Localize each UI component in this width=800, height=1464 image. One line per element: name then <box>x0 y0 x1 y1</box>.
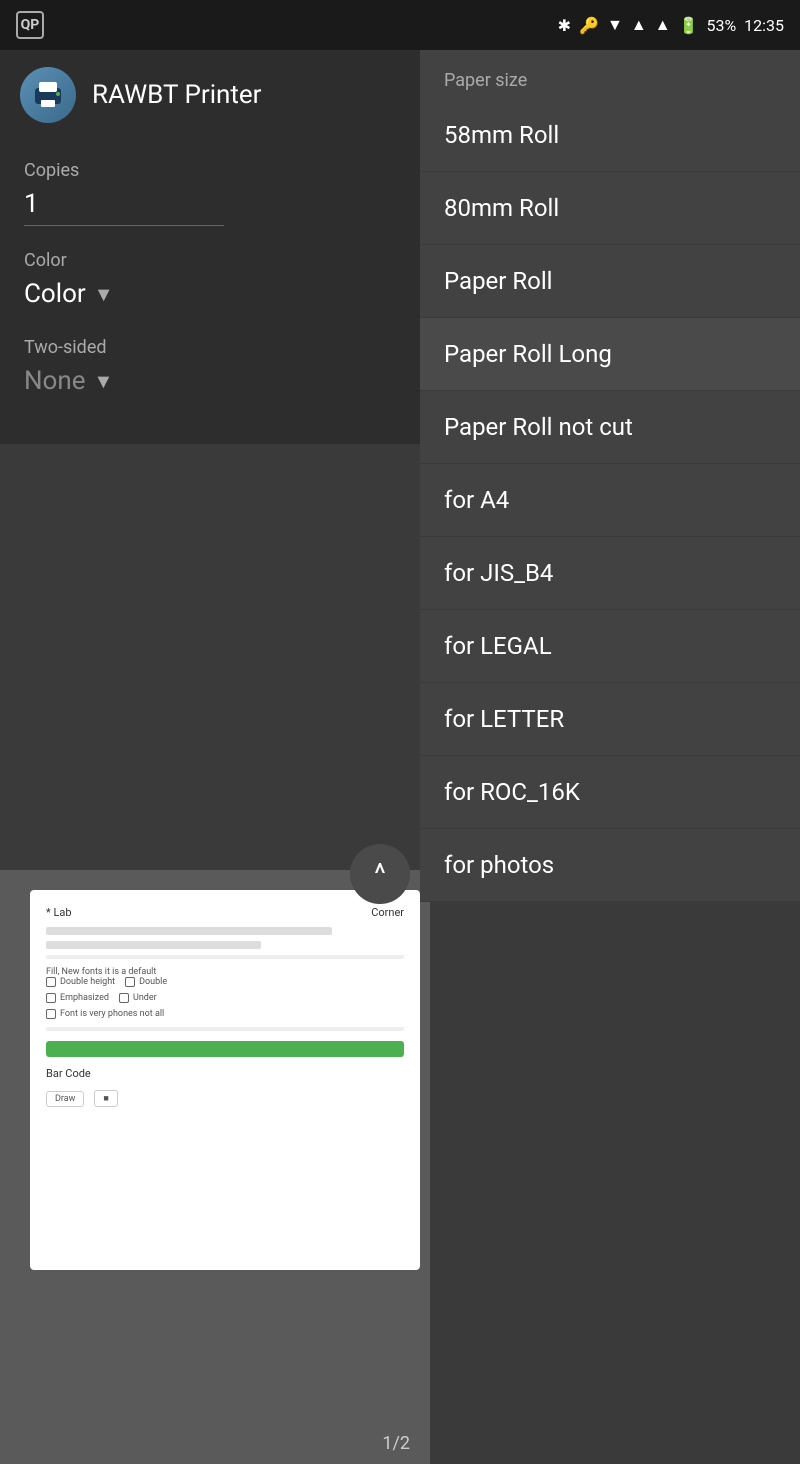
paper-size-item-roll-no-cut[interactable]: Paper Roll not cut <box>420 391 800 464</box>
battery-icon: 🔋 <box>679 16 699 35</box>
paper-size-item-80mm[interactable]: 80mm Roll <box>420 172 800 245</box>
left-column: Copies 1 Color Color ▼ Two-sided None ▼ <box>24 160 400 424</box>
preview-checkbox-row-1: Double height Double <box>46 977 404 987</box>
paper-size-item-jis-b4[interactable]: for JIS_B4 <box>420 537 800 610</box>
paper-size-item-label: for JIS_B4 <box>444 559 553 587</box>
status-left: QP <box>16 11 44 39</box>
preview-btn-2: ■ <box>94 1090 117 1107</box>
color-label: Color <box>24 250 390 271</box>
paper-size-item-label: for A4 <box>444 486 509 514</box>
preview-checkbox-box-2 <box>125 977 135 987</box>
preview-line-2 <box>46 941 261 949</box>
two-sided-option: Two-sided None ▼ <box>24 337 390 400</box>
preview-buttons-row: Draw ■ <box>46 1086 404 1111</box>
preview-checkbox-box-5 <box>46 1009 56 1019</box>
two-sided-dropdown-arrow[interactable]: ▼ <box>94 369 114 394</box>
preview-checkbox-row-2: Emphasized Under <box>46 993 404 1003</box>
paper-size-item-label: for photos <box>444 851 554 879</box>
preview-line-4 <box>46 1027 404 1031</box>
bluetooth-icon: ✱ <box>558 16 571 35</box>
preview-header-left: * Lab <box>46 906 72 919</box>
preview-checkbox-box-4 <box>119 993 129 1003</box>
signal-icon: ▲ <box>631 15 647 35</box>
preview-line-1 <box>46 927 332 935</box>
color-value: Color <box>24 279 86 309</box>
two-sided-label: Two-sided <box>24 337 390 358</box>
preview-btn-1: Draw <box>46 1091 84 1107</box>
app-icon: QP <box>16 11 44 39</box>
preview-header-right: Corner <box>371 906 404 919</box>
status-right: ✱ 🔑 ▼ ▲ ▲ 🔋 53% 12:35 <box>558 15 784 35</box>
copies-label: Copies <box>24 160 390 181</box>
collapse-chevron-icon: ^ <box>374 860 386 888</box>
preview-checkbox-box-1 <box>46 977 56 987</box>
preview-content: * Lab Corner Fill, New fonts it is a def… <box>30 890 420 1270</box>
paper-size-item-label: Paper Roll not cut <box>444 413 633 441</box>
paper-size-dropdown: Paper size 58mm Roll 80mm Roll Paper Rol… <box>420 50 800 902</box>
paper-size-label: Paper size <box>420 50 800 99</box>
paper-size-item-roll[interactable]: Paper Roll <box>420 245 800 318</box>
copies-value[interactable]: 1 <box>24 189 224 226</box>
preview-checkbox-2: Double <box>125 977 167 987</box>
battery-percent: 53% <box>706 16 736 35</box>
paper-size-item-58mm[interactable]: 58mm Roll <box>420 99 800 172</box>
bottom-right-area <box>430 870 800 1464</box>
preview-checkbox-5: Font is very phones not all <box>46 1009 404 1019</box>
paper-size-item-label: 58mm Roll <box>444 121 559 149</box>
copies-option: Copies 1 <box>24 160 390 226</box>
paper-size-item-photos[interactable]: for photos <box>420 829 800 902</box>
printer-icon <box>20 67 76 123</box>
collapse-button[interactable]: ^ <box>350 844 410 904</box>
preview-checkbox-3: Emphasized <box>46 993 109 1003</box>
signal-icon2: ▲ <box>655 15 671 35</box>
paper-size-item-legal[interactable]: for LEGAL <box>420 610 800 683</box>
paper-size-item-label: for LEGAL <box>444 632 552 660</box>
paper-size-item-letter[interactable]: for LETTER <box>420 683 800 756</box>
printer-icon-inner <box>29 76 67 114</box>
preview-checkbox-box-3 <box>46 993 56 1003</box>
wifi-icon: ▼ <box>607 15 623 35</box>
two-sided-select[interactable]: None ▼ <box>24 366 390 400</box>
page-indicator: 1/2 <box>382 1433 410 1454</box>
preview-checkbox-1: Double height <box>46 977 115 987</box>
preview-line-3 <box>46 955 404 959</box>
printer-svg <box>29 76 67 114</box>
paper-size-item-label: Paper Roll <box>444 267 553 295</box>
paper-size-item-label: for LETTER <box>444 705 564 733</box>
preview-checkbox-4: Under <box>119 993 157 1003</box>
two-sided-value: None <box>24 366 86 396</box>
paper-size-item-roc16k[interactable]: for ROC_16K <box>420 756 800 829</box>
clock: 12:35 <box>744 16 784 35</box>
preview-header-row: * Lab Corner <box>46 906 404 919</box>
key-icon: 🔑 <box>579 16 599 35</box>
paper-size-item-label: for ROC_16K <box>444 778 580 806</box>
preview-label-1: Fill, New fonts it is a default <box>46 967 404 977</box>
preview-green-bar <box>46 1041 404 1057</box>
paper-size-item-roll-long[interactable]: Paper Roll Long <box>420 318 800 391</box>
paper-size-item-label: Paper Roll Long <box>444 340 612 368</box>
paper-size-item-label: 80mm Roll <box>444 194 559 222</box>
color-option: Color Color ▼ <box>24 250 390 313</box>
preview-barcode-label: Bar Code <box>46 1067 404 1080</box>
paper-size-list: 58mm Roll 80mm Roll Paper Roll Paper Rol… <box>420 99 800 902</box>
color-dropdown-arrow[interactable]: ▼ <box>94 282 114 307</box>
preview-area: * Lab Corner Fill, New fonts it is a def… <box>0 870 450 1464</box>
color-select[interactable]: Color ▼ <box>24 279 390 313</box>
status-bar: QP ✱ 🔑 ▼ ▲ ▲ 🔋 53% 12:35 <box>0 0 800 50</box>
paper-size-item-a4[interactable]: for A4 <box>420 464 800 537</box>
